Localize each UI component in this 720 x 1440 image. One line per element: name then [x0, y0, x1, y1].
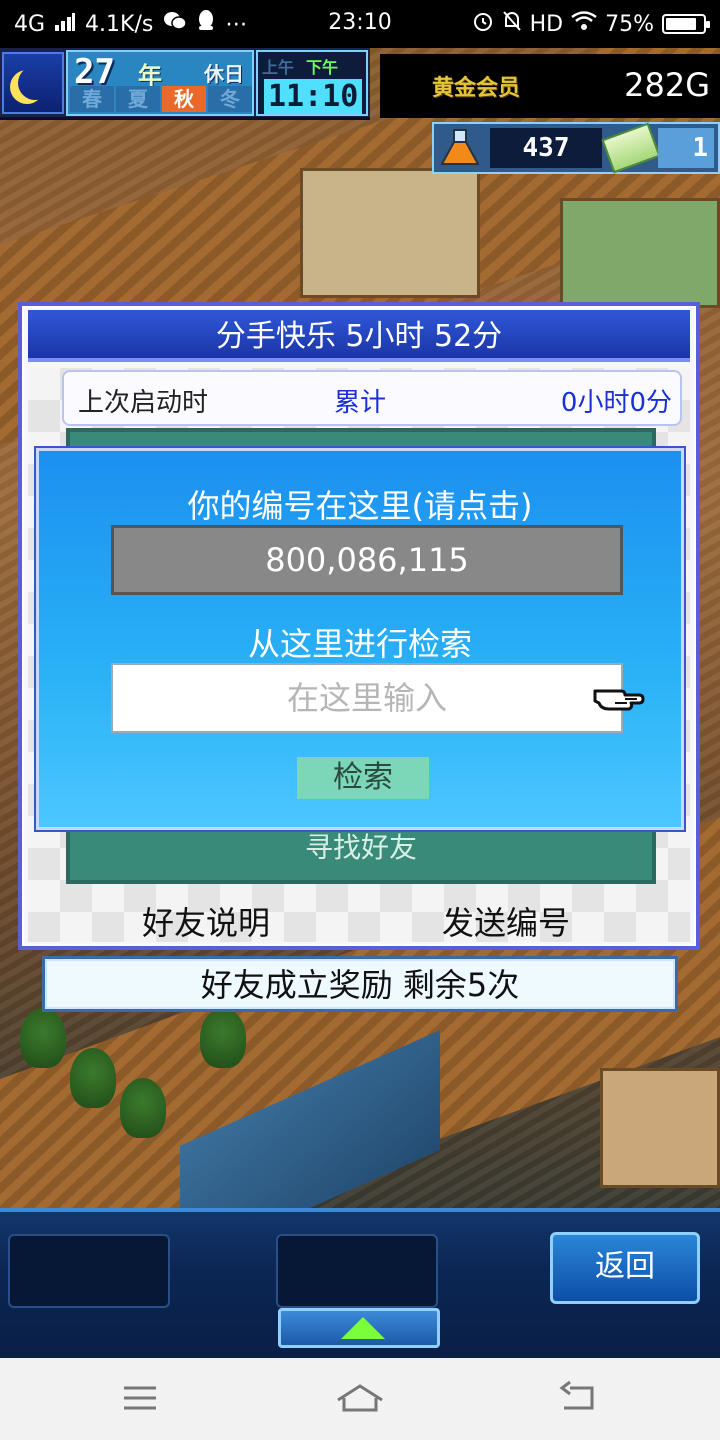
- research-points: 437: [490, 128, 602, 168]
- up-arrow-icon: [341, 1317, 385, 1339]
- building-room: [600, 1068, 720, 1188]
- ticket-count: 1: [658, 128, 714, 168]
- money-panel: 黄金会员 282G: [380, 54, 720, 118]
- your-id-heading: 你的编号在这里(请点击): [187, 487, 533, 525]
- season-summer: 夏: [116, 86, 160, 112]
- year-season-display: 27 年 休日 春 夏 秋 冬: [66, 50, 254, 116]
- pm-indicator: 下午: [306, 58, 339, 77]
- hd-indicator: HD: [529, 11, 564, 37]
- friend-reward-bar: 好友成立奖励 剩余5次: [42, 956, 678, 1012]
- friend-info-button[interactable]: 好友说明: [142, 898, 270, 944]
- game-bottom-bar: 返回: [0, 1208, 720, 1358]
- system-nav-bar: [0, 1358, 720, 1440]
- gold-amount: 282G: [624, 66, 710, 104]
- search-input[interactable]: 在这里输入: [111, 663, 623, 733]
- find-friends-button[interactable]: 寻找好友: [70, 826, 652, 866]
- vip-badge: 黄金会员: [432, 76, 521, 101]
- player-id-box[interactable]: 800,086,115: [111, 525, 623, 595]
- menu-slot-1[interactable]: [8, 1234, 170, 1308]
- last-launch-row: 上次启动时 累计 0小时0分: [62, 370, 682, 426]
- ticket-icon: [601, 122, 661, 174]
- alarm-icon: [472, 10, 494, 38]
- menu-icon[interactable]: [110, 1376, 170, 1420]
- menu-slot-2[interactable]: [276, 1234, 438, 1308]
- game-clock: 上午 下午 11:10: [256, 50, 368, 116]
- night-moon-icon: [2, 52, 64, 114]
- building-wall: [300, 168, 480, 298]
- am-indicator: 上午: [262, 58, 295, 77]
- wifi-icon: [571, 11, 597, 37]
- tree: [200, 1008, 246, 1068]
- tree: [20, 1008, 66, 1068]
- battery-icon: [662, 14, 710, 34]
- search-modal: 你的编号在这里(请点击) 800,086,115 从这里进行检索 在这里输入 检…: [36, 448, 684, 830]
- expand-menu-button[interactable]: [278, 1308, 440, 1348]
- dialog-title: 分手快乐 5小时 52分: [28, 310, 690, 362]
- silent-bell-icon: [502, 10, 522, 38]
- last-launch-label: 上次启动时: [78, 388, 209, 418]
- resource-panel: 437 1: [432, 122, 720, 174]
- pointing-hand-icon: [591, 677, 645, 717]
- send-id-button[interactable]: 发送编号: [442, 898, 570, 944]
- battery-percent: 75%: [605, 11, 654, 37]
- total-label: 累计: [334, 388, 387, 418]
- season-winter: 冬: [208, 86, 252, 112]
- season-autumn-active: 秋: [162, 86, 206, 112]
- season-spring: 春: [70, 86, 114, 112]
- search-heading: 从这里进行检索: [247, 625, 472, 663]
- status-bar: 4G 4.1K/s ⋯ 23:10 HD 75%: [0, 0, 720, 48]
- clock-time: 11:10: [264, 79, 363, 114]
- building-wall: [560, 198, 720, 308]
- tree: [120, 1078, 166, 1138]
- tree: [70, 1048, 116, 1108]
- research-flask-icon: [438, 128, 482, 168]
- back-nav-icon[interactable]: [548, 1376, 608, 1420]
- search-button[interactable]: 检索: [297, 757, 429, 799]
- holiday-label: 休日: [204, 62, 244, 86]
- total-time-value: 0小时0分: [560, 388, 672, 418]
- back-button[interactable]: 返回: [550, 1232, 700, 1304]
- home-icon[interactable]: [330, 1376, 390, 1420]
